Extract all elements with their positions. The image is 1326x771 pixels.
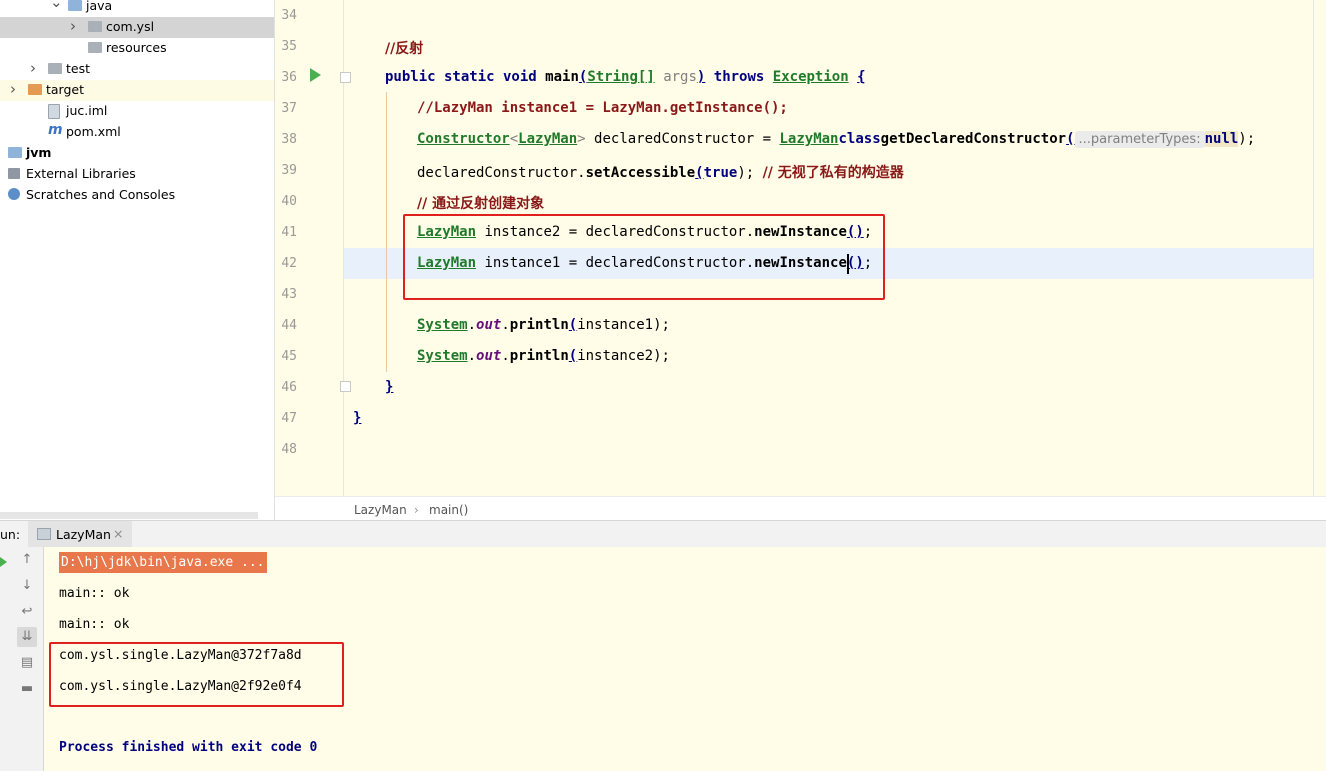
annotation-box-code — [403, 214, 885, 300]
code-line-35: //反射 — [385, 41, 424, 57]
line-number: 40 — [281, 194, 297, 209]
fold-icon[interactable] — [340, 381, 351, 392]
code-line-37: //LazyMan instance1 = LazyMan.getInstanc… — [417, 100, 788, 116]
up-icon[interactable]: ↑ — [17, 550, 37, 570]
tree-item-label: target — [46, 82, 85, 97]
annotation-box-output — [49, 642, 344, 707]
tree-item-external-libraries[interactable]: External Libraries — [0, 164, 274, 185]
lib-icon — [8, 168, 20, 179]
code-line-40: // 通过反射创建对象 — [417, 196, 545, 212]
parameter-hint: ...parameterTypes: — [1074, 131, 1205, 148]
chevron-right-icon[interactable]: › — [30, 59, 36, 77]
line-number: 46 — [281, 380, 297, 395]
breadcrumb-method[interactable]: main() — [429, 503, 468, 517]
trash-icon[interactable]: ▬ — [17, 679, 37, 699]
file-icon — [48, 104, 60, 119]
code-line-38: Constructor<LazyMan> declaredConstructor… — [417, 131, 1256, 148]
console-text: Process finished with exit code 0 — [59, 740, 318, 755]
run-tab-label: LazyMan — [56, 527, 111, 542]
tree-item-label: java — [86, 0, 113, 13]
indent-guide — [386, 92, 387, 372]
run-toolbar: un: LazyMan × — [0, 520, 1326, 548]
code-line-36: public static void main(String[] args) t… — [385, 69, 866, 85]
chevron-right-icon[interactable]: › — [10, 80, 16, 98]
tree-item-label: External Libraries — [26, 166, 136, 181]
print-icon[interactable]: ▤ — [17, 653, 37, 673]
run-side-toolbar: ↑ ↓ ↩ ⇊ ▤ ▬ — [0, 547, 44, 771]
console-text: main:: ok — [59, 586, 130, 601]
tree-item-java[interactable]: ⌄ java — [0, 0, 274, 17]
tree-item-com-ysl[interactable]: › com.ysl — [0, 17, 274, 38]
scroll-to-end-icon[interactable]: ⇊ — [17, 627, 37, 647]
line-number: 34 — [281, 8, 297, 23]
rerun-icon[interactable] — [0, 557, 7, 567]
tree-item-target[interactable]: › target — [0, 80, 274, 101]
line-number: 48 — [281, 442, 297, 457]
tree-item-pom-xml[interactable]: m pom.xml — [0, 122, 274, 143]
line-number: 37 — [281, 101, 297, 116]
soft-wrap-icon[interactable]: ↩ — [17, 602, 37, 622]
line-number: 38 — [281, 132, 297, 147]
folder-gray-icon — [88, 21, 102, 32]
down-icon[interactable]: ↓ — [17, 576, 37, 596]
run-tab-lazyman[interactable]: LazyMan × — [28, 521, 132, 547]
tree-item-label: Scratches and Consoles — [26, 187, 176, 202]
console-line: Process finished with exit code 0 — [59, 740, 317, 755]
line-number: 42 — [281, 256, 297, 271]
console-line: main:: ok — [59, 617, 129, 632]
run-config-icon — [37, 528, 51, 540]
sidebar-scrollbar[interactable] — [0, 512, 258, 519]
scratch-icon — [8, 188, 20, 200]
chevron-right-icon[interactable]: › — [70, 17, 76, 35]
console-text: D:\hj\jdk\bin\java.exe ... — [59, 552, 267, 573]
tree-item-label: jvm — [26, 145, 52, 160]
tree-item-resources[interactable]: resources — [0, 38, 274, 59]
close-icon[interactable]: × — [113, 526, 123, 541]
code-line-44: System.out.println(instance1); — [417, 317, 670, 333]
line-number: 47 — [281, 411, 297, 426]
run-gutter-icon[interactable] — [310, 68, 321, 82]
line-number: 39 — [281, 163, 297, 178]
code-line-45: System.out.println(instance2); — [417, 348, 670, 364]
console-line: D:\hj\jdk\bin\java.exe ... — [59, 552, 267, 573]
line-number: 43 — [281, 287, 297, 302]
console-line: main:: ok — [59, 586, 129, 601]
project-tree-panel: ⌄ java › com.ysl resources › test › target juc.im… — [0, 0, 275, 520]
line-number: 41 — [281, 225, 297, 240]
run-label: un: — [0, 527, 21, 542]
chevron-down-icon[interactable]: ⌄ — [50, 0, 63, 11]
console-text: main:: ok — [59, 617, 130, 632]
line-number: 35 — [281, 39, 297, 54]
fold-icon[interactable] — [340, 72, 351, 83]
folder-gray-icon — [48, 63, 62, 74]
folder-gray-icon — [88, 42, 102, 53]
tree-item-juc-iml[interactable]: juc.iml — [0, 101, 274, 122]
tree-item-label: pom.xml — [66, 124, 121, 139]
tree-item-jvm[interactable]: ›jvm — [0, 143, 274, 164]
folder-orange-icon — [28, 84, 42, 95]
breadcrumb-separator: › — [414, 503, 419, 517]
breadcrumb-class[interactable]: LazyMan — [354, 503, 407, 517]
tree-item-label: resources — [106, 40, 167, 55]
line-number: 45 — [281, 349, 297, 364]
folder-blue-icon — [68, 0, 82, 11]
editor-scrollbar[interactable] — [1313, 0, 1314, 496]
line-number: 36 — [281, 70, 297, 85]
tree-item-scratches-and-consoles[interactable]: Scratches and Consoles — [0, 185, 274, 206]
breadcrumb: LazyMan › main() — [275, 496, 1326, 521]
tree-item-label: juc.iml — [66, 103, 108, 118]
code-editor[interactable]: 34 35 36 37 38 39 40 41 42 43 44 45 46 47 48 //反射 publ… — [275, 0, 1326, 521]
code-line-46: } — [385, 379, 394, 395]
line-number: 44 — [281, 318, 297, 333]
code-line-47: } — [353, 410, 362, 426]
tree-item-label: com.ysl — [106, 19, 155, 34]
folder-blue-icon — [8, 147, 22, 158]
code-line-39: declaredConstructor.setAccessible(true);… — [417, 165, 904, 181]
tree-item-label: test — [66, 61, 91, 76]
maven-icon: m — [48, 122, 63, 138]
tree-item-test[interactable]: › test — [0, 59, 274, 80]
